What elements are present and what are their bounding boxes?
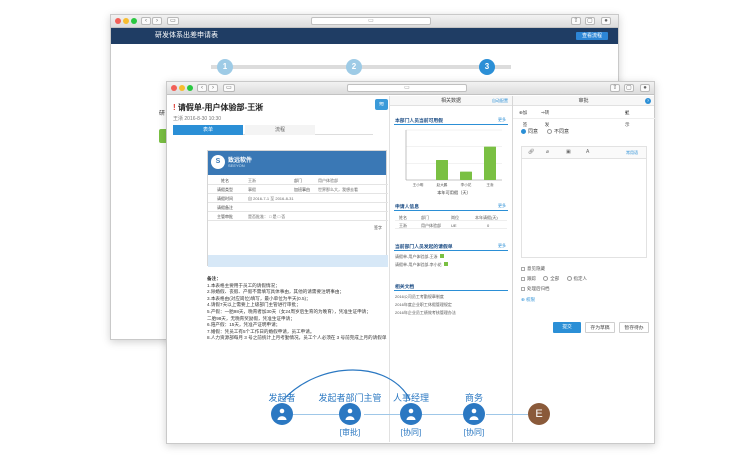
flow-line — [486, 414, 528, 415]
person-icon — [345, 408, 355, 420]
flow-node-supervisor[interactable] — [339, 403, 361, 425]
flow-node-initiator[interactable] — [271, 403, 293, 425]
flow-end-node[interactable]: E — [528, 403, 550, 425]
person-icon — [406, 408, 416, 420]
flow-node-tag: [协同] — [400, 428, 422, 437]
flow-node-hr-manager[interactable] — [400, 403, 422, 425]
person-icon — [277, 408, 287, 420]
flow-line — [364, 414, 400, 415]
flow-node-tag: [审批] — [339, 428, 361, 437]
flow-node-business[interactable] — [463, 403, 485, 425]
person-icon — [469, 408, 479, 420]
flow-node-tag: [协同] — [463, 428, 485, 437]
